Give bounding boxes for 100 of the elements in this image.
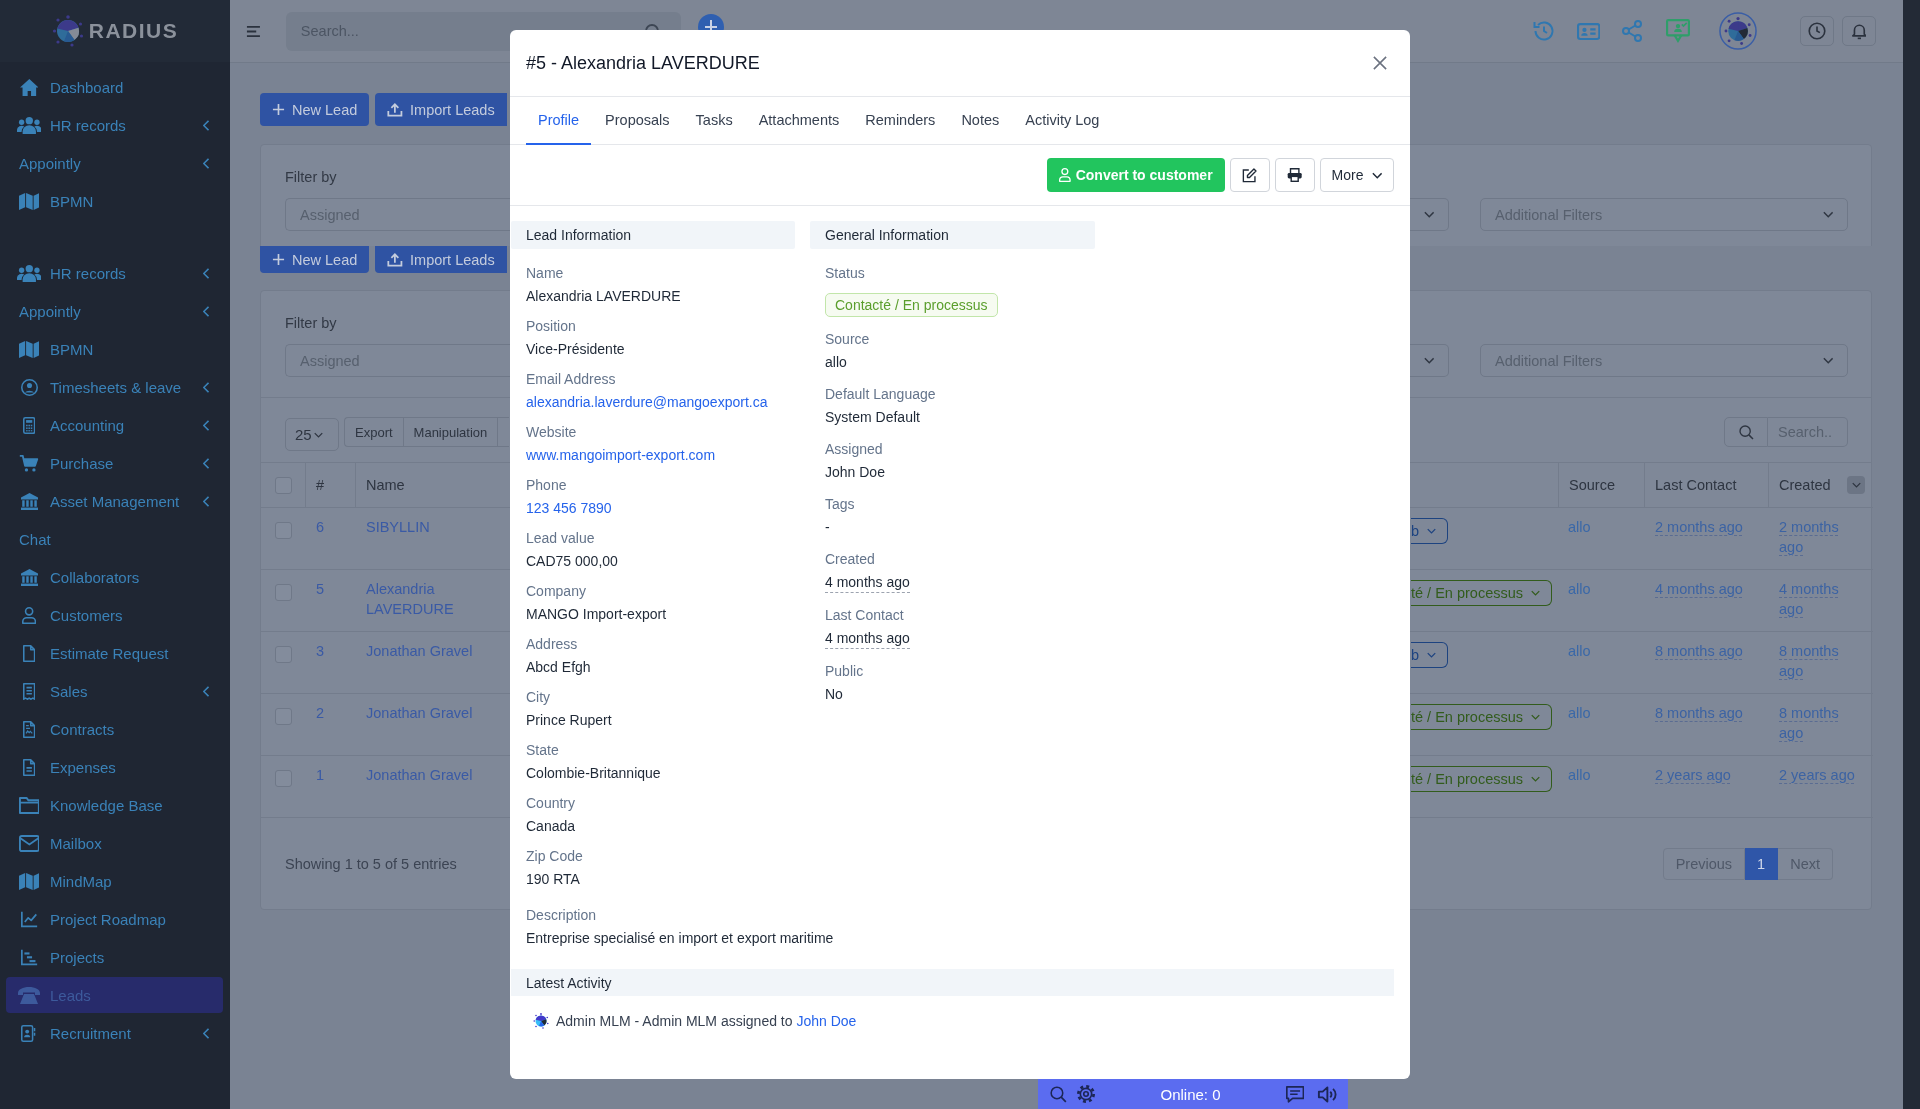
field-link[interactable]: alexandria.laverdure@mangoexport.ca — [526, 394, 768, 410]
tab[interactable]: Activity Log — [1013, 97, 1112, 145]
lead-name-link[interactable]: Alexandria LAVERDURE — [366, 579, 499, 619]
import-leads-button[interactable]: Import Leads — [375, 93, 508, 126]
tab[interactable]: Proposals — [593, 97, 682, 145]
settings-icon[interactable] — [1077, 1085, 1095, 1103]
menu-icon[interactable] — [246, 24, 261, 38]
receipt-icon — [22, 682, 36, 700]
import-leads-button[interactable]: Import Leads — [375, 246, 508, 273]
sidebar-item[interactable]: Appointly — [6, 293, 223, 329]
users-icon — [16, 116, 42, 134]
status-dropdown[interactable]: b — [1411, 518, 1449, 544]
sidebar-item[interactable]: MindMap — [6, 863, 223, 899]
column-header[interactable]: # — [316, 477, 325, 493]
tab[interactable]: Reminders — [853, 97, 948, 145]
column-header[interactable]: Created — [1779, 477, 1831, 493]
pagination-button[interactable]: 1 — [1745, 848, 1779, 880]
chevron-down-icon — [1423, 357, 1434, 364]
print-button[interactable] — [1274, 158, 1315, 192]
tab[interactable]: Profile — [526, 97, 592, 145]
notifications-button[interactable] — [1842, 16, 1876, 46]
lead-number-link[interactable]: 1 — [316, 767, 325, 783]
sidebar-item[interactable]: BPMN — [6, 183, 223, 219]
lead-name-link[interactable]: SIBYLLIN — [366, 517, 430, 537]
plus-icon — [272, 253, 285, 266]
new-lead-button[interactable]: New Lead — [260, 246, 370, 273]
column-header[interactable]: Name — [366, 477, 405, 493]
chat-icon[interactable] — [1286, 1085, 1305, 1103]
sidebar-item[interactable]: Contracts — [6, 711, 223, 747]
sidebar-item[interactable]: Collaborators — [6, 559, 223, 595]
edit-button[interactable] — [1229, 158, 1270, 192]
sidebar-item[interactable]: Asset Management — [6, 483, 223, 519]
lead-name-link[interactable]: Jonathan Gravel — [366, 765, 473, 785]
signed-document-icon — [22, 720, 36, 738]
search-icon — [643, 22, 660, 31]
sidebar-item[interactable]: Dashboard — [6, 69, 223, 105]
sidebar-item[interactable]: Timesheets & leave — [6, 369, 223, 405]
bell-icon — [1851, 22, 1867, 40]
close-icon[interactable] — [1373, 56, 1387, 70]
sidebar-item[interactable]: Sales — [6, 673, 223, 709]
column-header[interactable]: Source — [1569, 477, 1615, 493]
upload-icon — [387, 102, 404, 117]
sidebar-item[interactable]: Projects — [6, 939, 223, 975]
status-dropdown[interactable]: b — [1411, 642, 1449, 668]
field-value: CAD75 000,00 — [526, 553, 618, 569]
sidebar-item[interactable]: Accounting — [6, 407, 223, 443]
column-header[interactable]: Last Contact — [1655, 477, 1737, 493]
sidebar-item[interactable]: Knowledge Base — [6, 787, 223, 823]
tab[interactable]: Attachments — [746, 97, 852, 145]
sidebar-item[interactable]: Estimate Request — [6, 635, 223, 671]
lead-number-link[interactable]: 6 — [316, 519, 325, 535]
speaker-icon[interactable] — [1317, 1085, 1338, 1103]
tab[interactable]: Tasks — [683, 97, 745, 145]
field-value: Entreprise specialisé en import et export maritime — [526, 930, 834, 946]
tab[interactable]: Notes — [949, 97, 1012, 145]
export-button[interactable]: Export — [344, 417, 403, 447]
field-link[interactable]: www.mangoimport-export.com — [526, 447, 716, 463]
chevron-down-icon — [1531, 776, 1541, 782]
status-dropdown[interactable]: té / En processus — [1411, 580, 1553, 606]
sidebar-item[interactable]: Customers — [6, 597, 223, 633]
field-label: Description — [526, 906, 597, 925]
field-label: Zip Code — [526, 847, 583, 866]
page-size-select[interactable]: 25 — [285, 418, 339, 451]
field-value: allo — [825, 354, 847, 370]
lead-name-link[interactable]: Jonathan Gravel — [366, 703, 473, 723]
status-dropdown[interactable]: té / En processus — [1411, 704, 1553, 730]
search-icon[interactable] — [1050, 1085, 1067, 1103]
sidebar-item[interactable]: BPMN — [6, 331, 223, 367]
status-dropdown[interactable]: té / En processus — [1411, 766, 1553, 792]
lead-number-link[interactable]: 3 — [316, 643, 325, 659]
field-link[interactable]: 123 456 7890 — [526, 500, 612, 516]
sidebar-item[interactable]: Purchase — [6, 445, 223, 481]
field-label: City — [526, 688, 551, 707]
field-label: Source — [825, 330, 870, 349]
sidebar-item[interactable]: Recruitment — [6, 1015, 223, 1051]
column-toggle-button[interactable] — [1847, 476, 1865, 494]
avatar-icon[interactable] — [1719, 12, 1757, 50]
sidebar-item[interactable]: Chat — [6, 521, 223, 557]
sidebar-item[interactable]: HR records — [6, 107, 223, 143]
search-button[interactable] — [1724, 417, 1768, 447]
sidebar-item[interactable]: Mailbox — [6, 825, 223, 861]
more-button[interactable]: More — [1319, 158, 1394, 192]
sidebar-item[interactable]: HR records — [6, 255, 223, 291]
convert-button[interactable]: Convert to customer — [1046, 158, 1225, 192]
lead-name-link[interactable]: Jonathan Gravel — [366, 641, 473, 661]
assignee-link[interactable]: John Doe — [796, 1013, 857, 1029]
field-label: Default Language — [825, 385, 936, 404]
add-button[interactable] — [697, 14, 724, 30]
sidebar-item[interactable]: Expenses — [6, 749, 223, 785]
sidebar-item[interactable]: Project Roadmap — [6, 901, 223, 937]
sidebar-item[interactable]: Appointly — [6, 145, 223, 181]
clock-button[interactable] — [1800, 16, 1834, 46]
created-time: 2 months ago — [1779, 518, 1840, 557]
field-label: Email Address — [526, 370, 616, 389]
calculator-icon — [22, 416, 36, 434]
chevron-down-icon — [1427, 652, 1437, 658]
lead-number-link[interactable]: 2 — [316, 705, 325, 721]
lead-number-link[interactable]: 5 — [316, 581, 325, 597]
new-lead-button[interactable]: New Lead — [260, 93, 370, 126]
manipulation-button[interactable]: Manipulation — [402, 417, 498, 447]
